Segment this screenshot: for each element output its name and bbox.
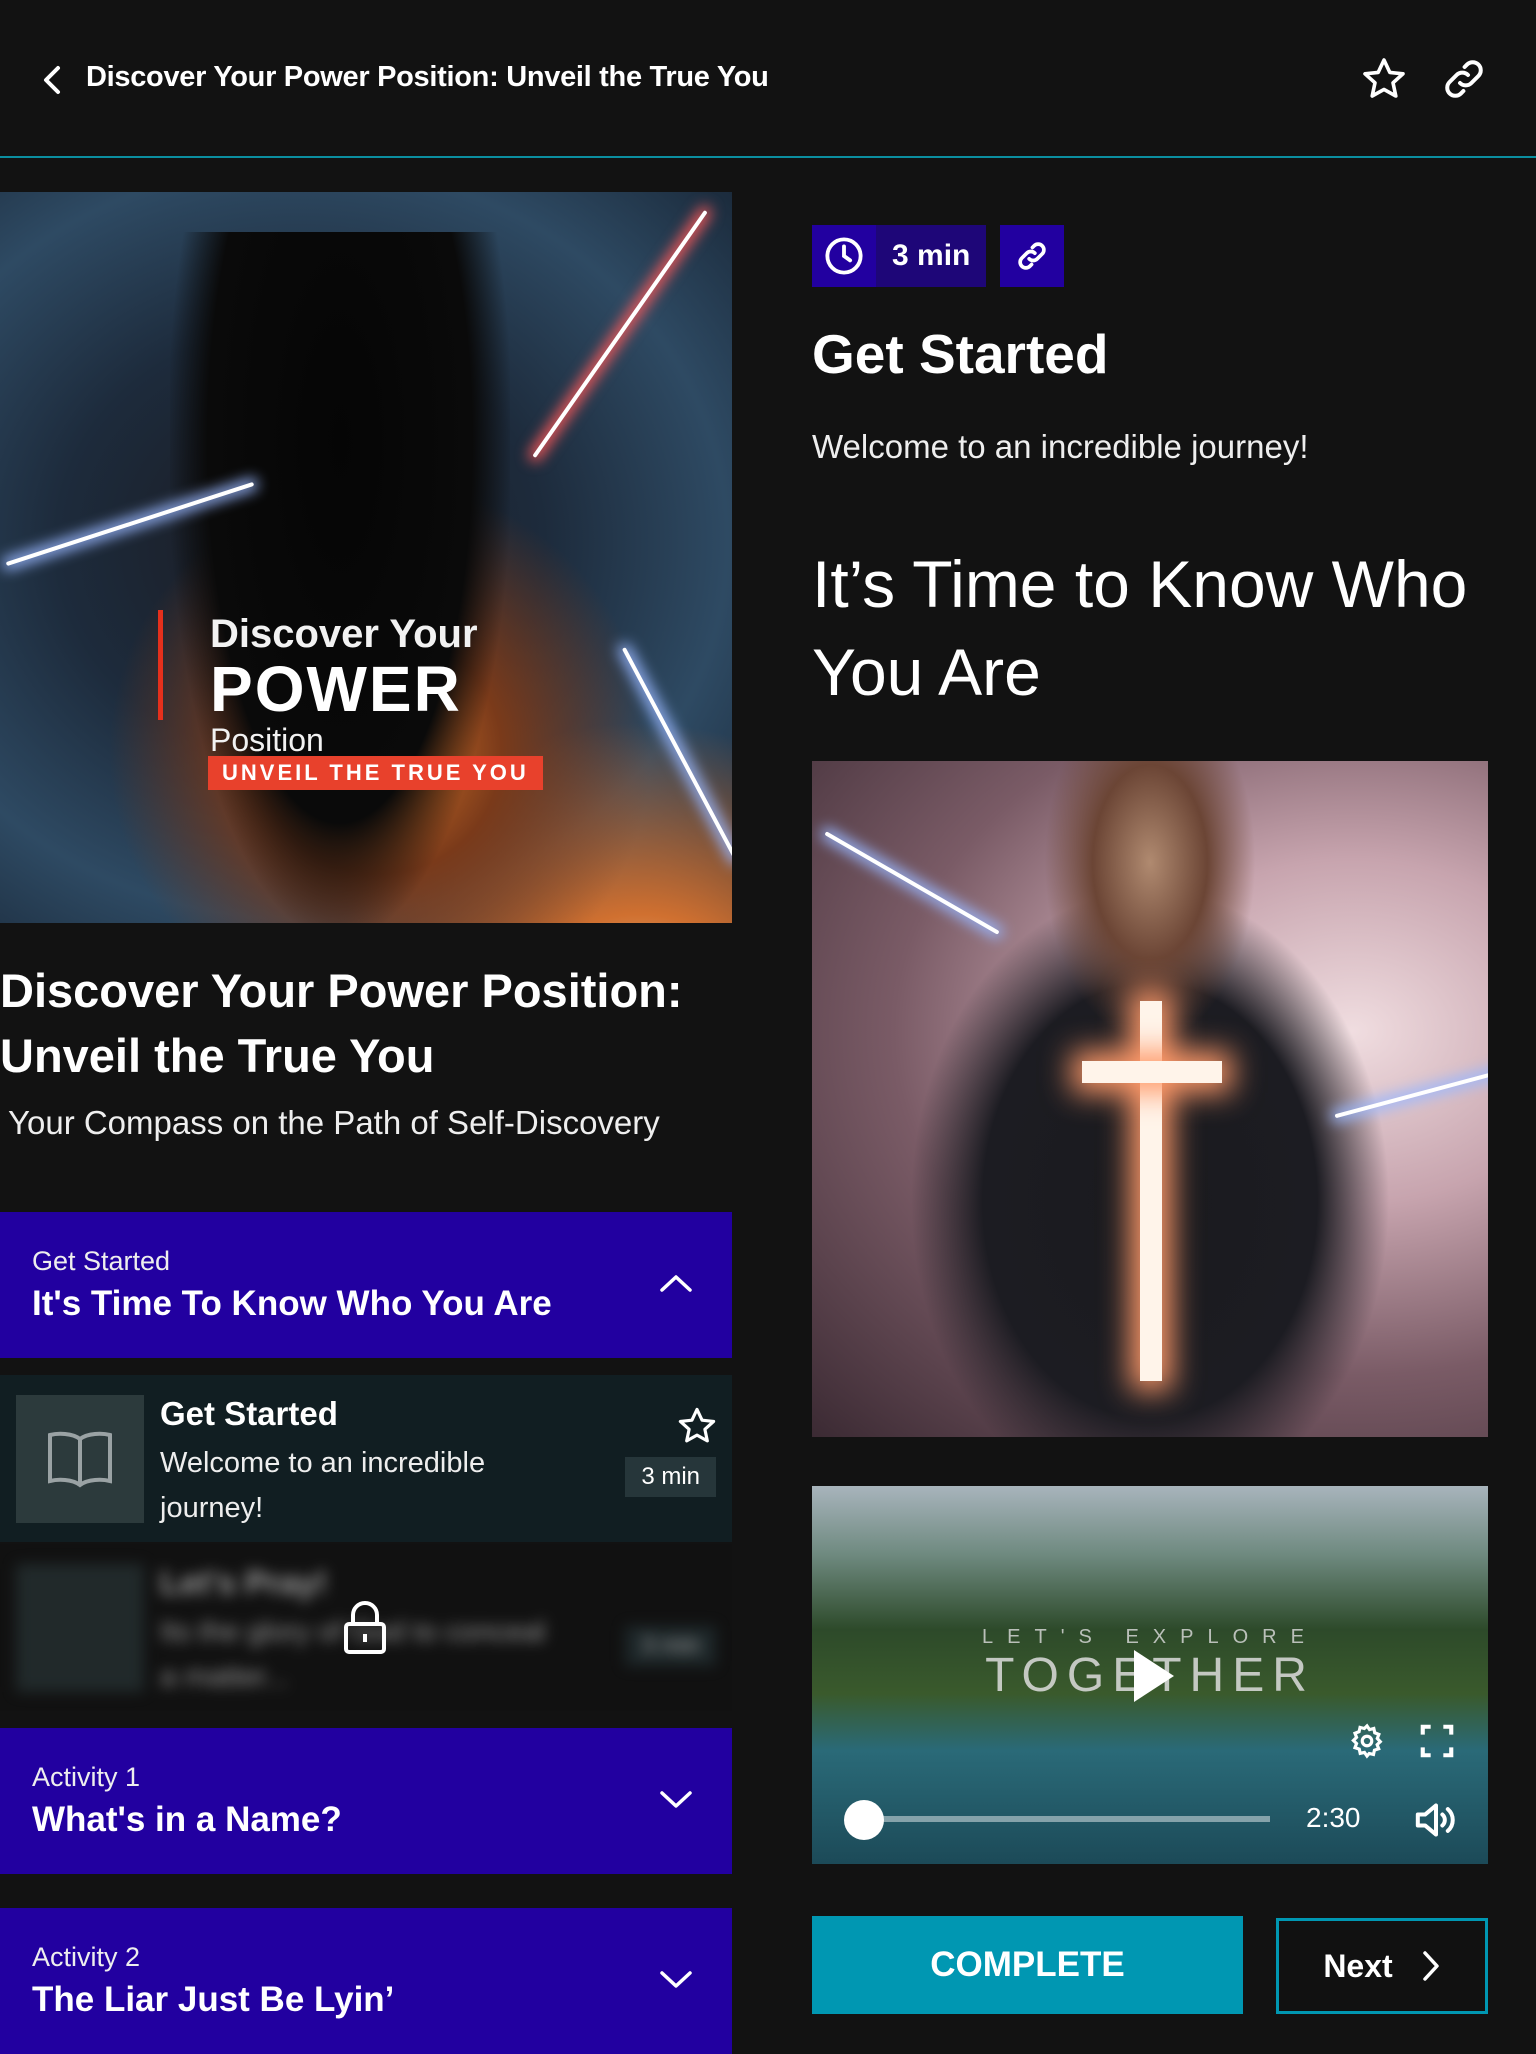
cover-text: Position: [210, 722, 324, 758]
duration-text: 3 min: [876, 225, 987, 287]
chevron-right-icon: [1422, 1951, 1439, 1981]
next-button[interactable]: Next: [1276, 1918, 1488, 2014]
glowing-cross: [1140, 1001, 1162, 1381]
lightning-bolt: [621, 647, 732, 861]
section-activity-2[interactable]: Activity 2 The Liar Just Be Lyin’: [0, 1908, 732, 2054]
share-link-icon[interactable]: [1440, 55, 1488, 103]
back-chevron-left-icon[interactable]: [36, 60, 72, 100]
video-progress-bar[interactable]: [870, 1816, 1270, 1822]
fullscreen-icon[interactable]: [1418, 1722, 1456, 1765]
page-title: Discover Your Power Position: Unveil the…: [86, 61, 769, 93]
next-label: Next: [1323, 1947, 1393, 1984]
settings-gear-icon[interactable]: [1348, 1722, 1386, 1765]
top-bar: Discover Your Power Position: Unveil the…: [0, 0, 1536, 158]
glowing-cross: [1082, 1061, 1222, 1083]
cover-text: POWER: [210, 653, 462, 725]
lesson-image: [812, 761, 1488, 1437]
book-icon: [16, 1395, 144, 1523]
cover-tagline: UNVEIL THE TRUE YOU: [208, 756, 543, 790]
section-title: What's in a Name?: [32, 1800, 342, 1839]
course-cover-image: Discover Your POWER Position UNVEIL THE …: [0, 192, 732, 923]
section-get-started[interactable]: Get Started It's Time To Know Who You Ar…: [0, 1212, 732, 1358]
complete-button[interactable]: COMPLETE: [812, 1916, 1243, 2014]
lesson-description: Welcome to an incredible journey!: [160, 1447, 486, 1524]
course-subtitle: Your Compass on the Path of Self-Discove…: [8, 1104, 660, 1141]
cover-text: Discover Your: [210, 612, 478, 656]
hooded-figure: [170, 232, 510, 923]
lesson-title: Let's Pray!: [160, 1564, 328, 1601]
chevron-down-icon: [660, 1971, 692, 1988]
lightning-bolt: [532, 209, 708, 459]
lightning-bolt: [1334, 1067, 1488, 1119]
lesson-item[interactable]: Get Started Welcome to an incredible jou…: [0, 1375, 732, 1542]
video-duration: 2:30: [1306, 1802, 1361, 1833]
section-activity-1[interactable]: Activity 1 What's in a Name?: [0, 1728, 732, 1874]
duration-badge: 3 min: [812, 225, 987, 287]
clock-icon: [812, 225, 876, 287]
lesson-intro: Welcome to an incredible journey!: [812, 428, 1309, 465]
duration-badge: 3 min: [625, 1626, 716, 1666]
book-icon: [16, 1564, 144, 1692]
play-icon[interactable]: [1130, 1646, 1178, 1711]
chevron-down-icon: [660, 1791, 692, 1808]
favorite-star-icon[interactable]: [1360, 55, 1408, 103]
favorite-star-icon[interactable]: [676, 1405, 718, 1452]
lesson-heading: It’s Time to Know Who You Are: [812, 547, 1468, 709]
section-title: It's Time To Know Who You Are: [32, 1284, 552, 1323]
section-label: Get Started: [32, 1246, 171, 1276]
section-label: Activity 1: [32, 1762, 141, 1792]
lightning-bolt: [824, 831, 1000, 935]
video-scrubber-handle[interactable]: [844, 1800, 884, 1840]
section-title: The Liar Just Be Lyin’: [32, 1980, 395, 2019]
section-label: Activity 2: [32, 1942, 141, 1972]
video-player[interactable]: LET'S EXPLORE TOGETHER 2:30: [812, 1486, 1488, 1864]
lesson-title: Get Started: [160, 1395, 338, 1432]
chevron-up-icon: [660, 1275, 692, 1292]
lesson-title: Get Started: [812, 323, 1109, 385]
copy-link-icon[interactable]: [1000, 225, 1064, 287]
duration-badge: 3 min: [625, 1457, 716, 1497]
volume-icon[interactable]: [1414, 1800, 1458, 1845]
accent-bar: [158, 610, 163, 720]
course-title: Discover Your Power Position: Unveil the…: [0, 964, 683, 1082]
lock-icon: [342, 1600, 388, 1661]
